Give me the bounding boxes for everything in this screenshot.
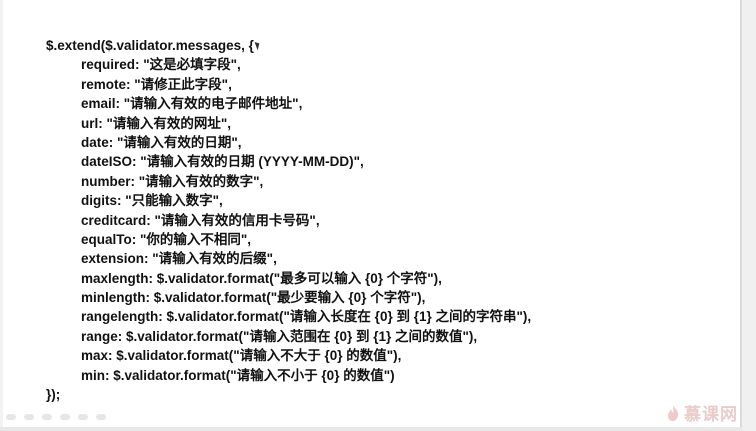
code-line-entry: maxlength: $.validator.format("最多可以输入 {0…: [81, 270, 442, 286]
code-line-entry: number: "请输入有效的数字",: [81, 173, 264, 189]
code-line-entry: email: "请输入有效的电子邮件地址",: [81, 96, 303, 112]
nav-dot[interactable]: [42, 414, 52, 420]
nav-dot[interactable]: [60, 414, 70, 420]
code-line-entry: url: "请输入有效的网址",: [81, 115, 232, 131]
nav-dot[interactable]: [96, 414, 106, 420]
bottom-status-strip: [0, 427, 742, 431]
code-line-entry: minlength: $.validator.format("最少要输入 {0}…: [81, 290, 426, 306]
code-line-entry: extension: "请输入有效的后缀",: [81, 251, 277, 267]
code-line-entry: required: "这是必填字段",: [81, 57, 241, 73]
code-line-entry: min: $.validator.format("请输入不小于 {0} 的数值"…: [81, 367, 395, 383]
nav-dot[interactable]: [6, 414, 16, 420]
slide-nav-dots: [6, 414, 106, 420]
nav-dot[interactable]: [24, 414, 34, 420]
code-block: $.extend($.validator.messages, { require…: [46, 36, 531, 404]
code-entries: required: "这是必填字段", remote: "请修正此字段", emai…: [46, 55, 531, 385]
mouse-cursor-icon: [256, 41, 260, 51]
code-line-open: $.extend($.validator.messages, {: [46, 36, 531, 55]
vertical-scrollbar[interactable]: [741, 0, 756, 431]
code-line-entry: dateISO: "请输入有效的日期 (YYYY-MM-DD)",: [81, 154, 364, 170]
code-line-entry: rangelength: $.validator.format("请输入长度在 …: [81, 309, 532, 325]
watermark-text: 慕课网: [684, 405, 738, 425]
code-line-entry: range: $.validator.format("请输入范围在 {0} 到 …: [81, 328, 478, 344]
code-line-entry: equalTo: "你的输入不相同",: [81, 231, 252, 247]
imooc-watermark: 慕课网: [666, 400, 738, 425]
code-line-close: });: [46, 387, 61, 403]
code-line-entry: remote: "请修正此字段",: [81, 76, 232, 92]
code-line-entry: digits: "只能输入数字",: [81, 193, 223, 209]
code-line-entry: creditcard: "请输入有效的信用卡号码",: [81, 212, 320, 228]
nav-dot[interactable]: [78, 414, 88, 420]
slide-canvas: $.extend($.validator.messages, { require…: [3, 0, 741, 429]
screen: $.extend($.validator.messages, { require…: [0, 0, 756, 431]
code-open-text: $.extend($.validator.messages, {: [46, 38, 254, 53]
flame-icon: [668, 404, 679, 421]
code-line-entry: date: "请输入有效的日期",: [81, 134, 242, 150]
code-line-entry: max: $.validator.format("请输入不大于 {0} 的数值"…: [81, 348, 402, 364]
